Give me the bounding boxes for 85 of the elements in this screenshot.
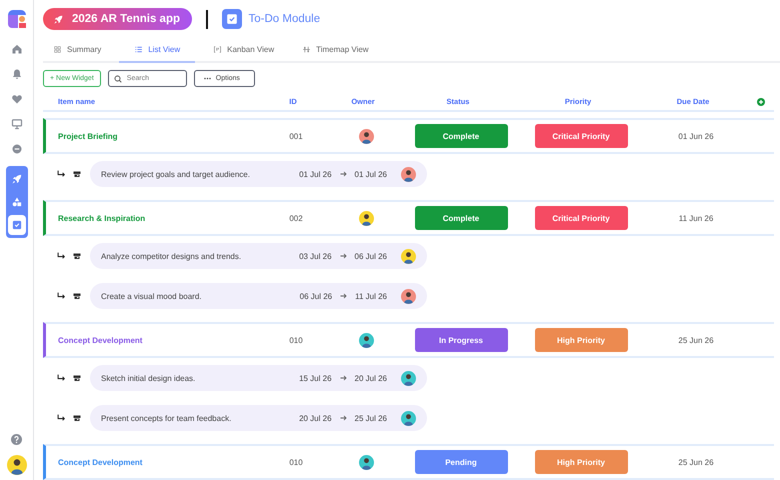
- view-tab[interactable]: Timemap View: [292, 38, 379, 63]
- start-date: 03 Jul 26: [299, 252, 332, 260]
- view-tab[interactable]: List View: [119, 38, 196, 63]
- end-date: 06 Jul 26: [354, 252, 387, 260]
- rocket-icon: [53, 14, 64, 24]
- subtask-text: Review project goals and target audience.: [101, 170, 251, 178]
- end-date: 11 Jul 26: [355, 292, 387, 300]
- arrow-icon: [340, 415, 347, 421]
- arrow-icon: [340, 171, 347, 177]
- status-tag: Complete: [414, 124, 508, 148]
- item-id: 002: [289, 214, 303, 222]
- task-icon: [73, 170, 81, 178]
- list-icon: [134, 45, 144, 54]
- item-name: Project Briefing: [57, 132, 118, 140]
- priority-tag: High Priority: [534, 450, 628, 474]
- subitem-arrow-icon: [57, 414, 66, 422]
- subtask-pill[interactable]: Create a visual mood board. 06 Jul 26 11 Jul 26: [90, 283, 427, 309]
- subtask-text: Sketch initial design ideas.: [101, 374, 196, 382]
- module-title: To-Do Module: [248, 13, 320, 25]
- status-tag: In Progress: [414, 328, 508, 352]
- app-logo: [6, 9, 26, 29]
- home-icon: [10, 43, 22, 55]
- subitem-arrow-icon: [57, 170, 66, 178]
- arrow-icon: [340, 375, 347, 381]
- heart-icon: [10, 93, 22, 105]
- subtask-pill[interactable]: Review project goals and target audience. 01 Jul 26 01 Jul 26: [90, 161, 427, 187]
- subtask-pill[interactable]: Analyze competitor designs and trends. 03 Jul 26 06 Jul 26: [90, 243, 427, 269]
- start-date: 06 Jul 26: [300, 292, 332, 300]
- status-tag: Pending: [414, 450, 508, 474]
- subtask-pill[interactable]: Present concepts for team feedback. 20 Jul 26 25 Jul 26: [90, 405, 427, 431]
- grid-icon: [53, 45, 62, 54]
- task-icon: [73, 414, 81, 422]
- subitem-arrow-icon: [57, 374, 66, 382]
- subtask-text: Create a visual mood board.: [101, 292, 202, 300]
- due-date: 25 Jun 26: [678, 336, 714, 344]
- end-date: 25 Jul 26: [354, 414, 387, 422]
- start-date: 15 Jul 26: [299, 374, 332, 382]
- checkbox-badge-icon: [222, 9, 242, 29]
- view-tab[interactable]: Kanban View: [203, 38, 284, 63]
- due-date: 25 Jun 26: [678, 458, 714, 466]
- group-row[interactable]: Concept Development 010 In Progress High Priority 25 Jun 26: [43, 322, 774, 358]
- task-icon: [73, 374, 81, 382]
- arrow-icon: [340, 253, 347, 259]
- view-tab[interactable]: Summary: [43, 38, 112, 63]
- group-row[interactable]: Research & Inspiration 002 Complete Critical Priority 11 Jun 26: [43, 200, 774, 236]
- end-date: 01 Jul 26: [354, 170, 387, 178]
- group-row[interactable]: Project Briefing 001 Complete Critical Priority 01 Jun 26: [43, 118, 774, 154]
- task-icon: [73, 252, 81, 260]
- presentation-icon: [10, 118, 22, 130]
- start-date: 01 Jul 26: [299, 170, 332, 178]
- subtask-text: Analyze competitor designs and trends.: [101, 252, 242, 260]
- end-date: 20 Jul 26: [354, 374, 387, 382]
- columns-icon: [213, 45, 222, 54]
- bell-icon: [10, 68, 22, 80]
- item-id: 010: [289, 458, 303, 466]
- add-column-icon[interactable]: [757, 98, 765, 106]
- start-date: 20 Jul 26: [299, 414, 332, 422]
- item-id: 010: [289, 336, 303, 344]
- due-date: 01 Jun 26: [678, 132, 714, 140]
- rocket-icon: [10, 173, 22, 185]
- subtask-text: Present concepts for team feedback.: [101, 414, 232, 422]
- checkbox-icon: [10, 219, 22, 231]
- shapes-icon: [10, 196, 22, 208]
- priority-tag: High Priority: [534, 328, 628, 352]
- item-id: 001: [289, 132, 303, 140]
- dots-icon: [204, 77, 211, 80]
- search-icon: [114, 74, 122, 82]
- help-icon[interactable]: [11, 434, 22, 445]
- priority-tag: Critical Priority: [534, 206, 628, 230]
- due-date: 11 Jun 26: [678, 214, 714, 222]
- group-row[interactable]: Concept Development 010 Pending High Priority 25 Jun 26: [43, 444, 774, 480]
- arrow-icon: [340, 293, 348, 299]
- subitem-arrow-icon: [57, 292, 66, 300]
- subitem-arrow-icon: [57, 252, 66, 260]
- timeline-icon: [302, 45, 312, 54]
- priority-tag: Critical Priority: [534, 124, 628, 148]
- minus-circle-icon: [10, 143, 22, 155]
- status-tag: Complete: [414, 206, 508, 230]
- task-icon: [73, 292, 81, 300]
- subtask-pill[interactable]: Sketch initial design ideas. 15 Jul 26 20 Jul 26: [90, 365, 427, 391]
- item-name: Concept Development: [57, 336, 142, 344]
- item-name: Research & Inspiration: [57, 214, 146, 222]
- project-button[interactable]: 2026 AR Tennis app: [43, 8, 192, 30]
- checkbox-module-button[interactable]: [8, 215, 26, 235]
- item-name: Concept Development: [57, 458, 142, 466]
